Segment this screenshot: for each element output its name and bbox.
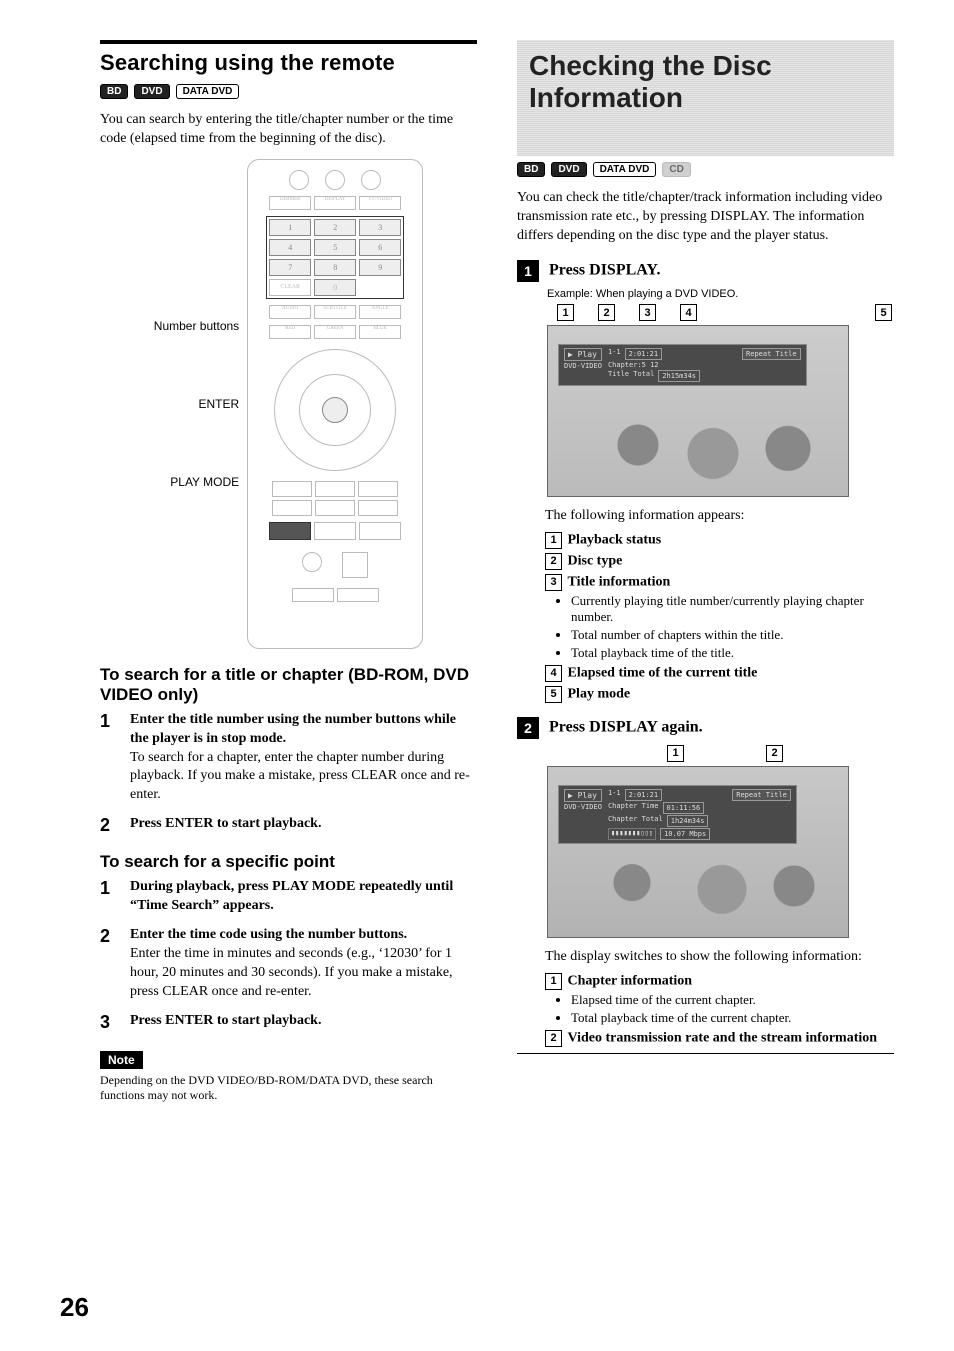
step-number-box: 2 (517, 717, 539, 739)
bottom-rule (517, 1053, 894, 1054)
banner: Checking the Disc Information (517, 40, 894, 156)
osd-screenshot-2: ▶ Play DVD-VIDEO 1-12:01:21 Chapter Time… (547, 766, 849, 938)
osd-titletotal: Title Total (608, 370, 654, 382)
osd2-disc: DVD-VIDEO (564, 803, 602, 811)
info2-1-sub: Elapsed time of the current chapter. (571, 992, 894, 1008)
step-2-heading: 2 Press DISPLAY again. (517, 717, 894, 739)
osd-repeat: Repeat Title (742, 348, 801, 360)
step-1-text: Press DISPLAY. (549, 262, 660, 279)
info-list-1: 1 Playback status 2 Disc type 3 Title in… (545, 532, 894, 703)
step-item: 3 Press ENTER to start playback. (100, 1012, 477, 1033)
osd-titlechap: 1-1 (608, 348, 621, 360)
step-detail: Enter the time in minutes and seconds (e… (130, 946, 453, 999)
callout-1: 1 (557, 304, 574, 321)
callouts-top-row: 1 2 3 4 5 (557, 304, 894, 321)
step-lead: Enter the time code using the number but… (130, 927, 407, 942)
step-1-heading: 1 Press DISPLAY. (517, 260, 894, 282)
banner-title: Checking the Disc Information (529, 50, 882, 114)
osd-panel-1: ▶ Play DVD-VIDEO 1-1 2:01:21 Chapter:5 1… (558, 344, 807, 386)
step-2-text: Press DISPLAY again. (549, 719, 703, 736)
example-label: Example: When playing a DVD VIDEO. (547, 288, 894, 300)
info2-2: Video transmission rate and the stream i… (568, 1031, 878, 1046)
steps-title-chapter: 1 Enter the title number using the numbe… (100, 711, 477, 836)
badge-bd: BD (517, 162, 545, 177)
steps-specific-point: 1 During playback, press PLAY MODE repea… (100, 878, 477, 1032)
info2-1-sub: Total playback time of the current chapt… (571, 1010, 894, 1026)
badge-cd: CD (662, 162, 690, 177)
subheading-specific-point: To search for a specific point (100, 852, 477, 872)
step-detail: To search for a chapter, enter the chapt… (130, 750, 470, 803)
callouts-row-2: 1 2 (667, 745, 894, 762)
info2-1: Chapter information (568, 974, 693, 989)
info-1: Playback status (568, 533, 662, 548)
info-2: Disc type (568, 554, 623, 569)
rule (100, 40, 477, 44)
page-number: 26 (60, 1292, 89, 1323)
info-4: Elapsed time of the current title (568, 666, 758, 681)
intro-text-right: You can check the title/chapter/track in… (517, 189, 894, 246)
remote-outline: DIMMERDISPLAYTV/VIDEO 123 456 789 CLEAR0… (247, 159, 423, 649)
osd-totaltime: 2h15m34s (658, 370, 700, 382)
note-label: Note (100, 1051, 143, 1069)
step-item: 2 Press ENTER to start playback. (100, 815, 477, 836)
intro-text-left: You can search by entering the title/cha… (100, 111, 477, 149)
left-column: Searching using the remote BD DVD DATA D… (100, 40, 477, 1104)
info-3-sub: Total playback time of the title. (571, 645, 894, 661)
step-item: 1 Enter the title number using the numbe… (100, 711, 477, 805)
label-play-mode: PLAY MODE (154, 443, 239, 521)
osd2-play: ▶ Play (564, 789, 602, 802)
section-heading-searching: Searching using the remote (100, 50, 477, 76)
step-item: 1 During playback, press PLAY MODE repea… (100, 878, 477, 916)
info-3: Title information (568, 575, 671, 590)
osd-elapsed: 2:01:21 (625, 348, 663, 360)
badge-dvd: DVD (551, 162, 586, 177)
disc-badges-left: BD DVD DATA DVD (100, 84, 477, 99)
info-5: Play mode (568, 687, 631, 702)
osd-chapters: Chapter:5 12 (608, 361, 700, 369)
osd-screenshot-1: ▶ Play DVD-VIDEO 1-1 2:01:21 Chapter:5 1… (547, 325, 849, 497)
osd-panel-2: ▶ Play DVD-VIDEO 1-12:01:21 Chapter Time… (558, 785, 797, 844)
label-enter: ENTER (154, 365, 239, 443)
callout2-2: 2 (766, 745, 783, 762)
badge-datadvd: DATA DVD (176, 84, 240, 99)
step-lead: Press ENTER to start playback. (130, 816, 321, 831)
osd2-repeat: Repeat Title (732, 789, 791, 801)
play-mode-button-icon (269, 522, 311, 540)
info-list-2: 1 Chapter information Elapsed time of th… (545, 973, 894, 1047)
remote-diagram: Number buttons ENTER PLAY MODE DIMMERDIS… (100, 159, 477, 649)
direction-wheel (274, 349, 396, 471)
right-column: Checking the Disc Information BD DVD DAT… (517, 40, 894, 1104)
number-buttons-group: 123 456 789 CLEAR0 (266, 216, 404, 299)
label-number-buttons: Number buttons (154, 287, 239, 365)
info-3-sub: Currently playing title number/currently… (571, 593, 894, 625)
enter-button-icon (322, 397, 348, 423)
callout-2: 2 (598, 304, 615, 321)
badge-dvd: DVD (134, 84, 169, 99)
switch-text: The display switches to show the followi… (545, 948, 894, 967)
step-lead: During playback, press PLAY MODE repeate… (130, 879, 453, 913)
step-lead: Press ENTER to start playback. (130, 1013, 321, 1028)
osd-disc: DVD-VIDEO (564, 362, 602, 370)
step-item: 2 Enter the time code using the number b… (100, 926, 477, 1002)
step-number-box: 1 (517, 260, 539, 282)
callout-3: 3 (639, 304, 656, 321)
callout2-1: 1 (667, 745, 684, 762)
info-3-sub: Total number of chapters within the titl… (571, 627, 894, 643)
callout-5: 5 (875, 304, 892, 321)
osd-play: ▶ Play (564, 348, 602, 361)
disc-badges-right: BD DVD DATA DVD CD (517, 162, 894, 177)
following-info-text: The following information appears: (545, 507, 894, 526)
remote-callout-labels: Number buttons ENTER PLAY MODE (154, 287, 239, 521)
note-text: Depending on the DVD VIDEO/BD-ROM/DATA D… (100, 1073, 477, 1104)
badge-bd: BD (100, 84, 128, 99)
step-lead: Enter the title number using the number … (130, 712, 456, 746)
badge-datadvd: DATA DVD (593, 162, 657, 177)
subheading-title-chapter: To search for a title or chapter (BD-ROM… (100, 665, 477, 705)
callout-4: 4 (680, 304, 697, 321)
